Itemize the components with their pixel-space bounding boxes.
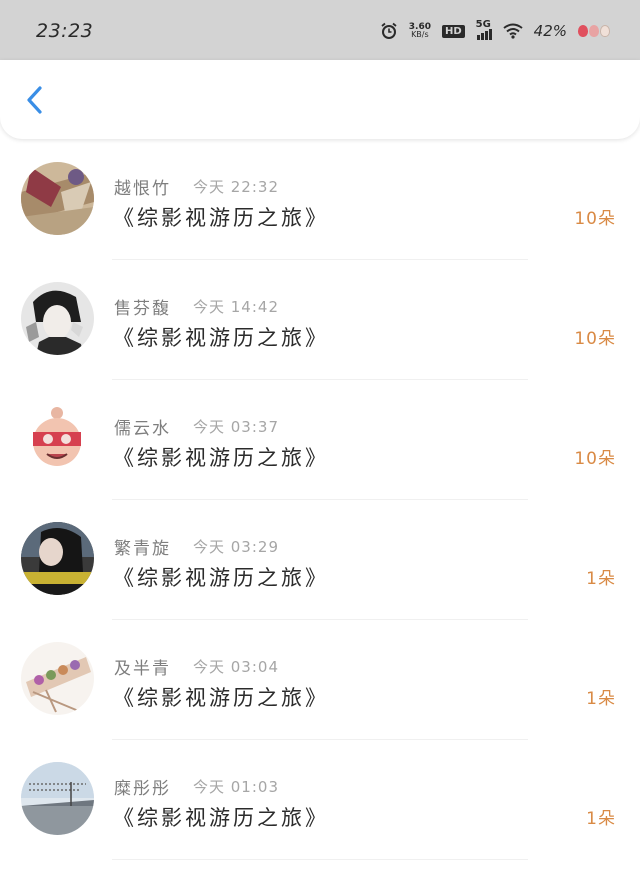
book-title: 《综影视游历之旅》 bbox=[113, 326, 329, 350]
list-item[interactable]: 越恨竹 今天 22:32 《综影视游历之旅》 10朵 bbox=[0, 140, 640, 260]
flower-amount: 1朵 bbox=[586, 569, 616, 589]
divider bbox=[112, 859, 528, 860]
book-title: 《综影视游历之旅》 bbox=[113, 206, 329, 230]
book-title: 《综影视游历之旅》 bbox=[113, 566, 329, 590]
status-time: 23:23 bbox=[36, 20, 94, 42]
timestamp: 今天 03:04 bbox=[193, 658, 279, 676]
signal-icon: 5G bbox=[475, 19, 492, 40]
book-title: 《综影视游历之旅》 bbox=[113, 686, 329, 710]
avatar[interactable] bbox=[21, 162, 94, 235]
wifi-icon bbox=[503, 23, 523, 39]
chevron-left-icon bbox=[27, 86, 42, 114]
avatar[interactable] bbox=[21, 762, 94, 835]
strawberry-battery-icon bbox=[578, 25, 610, 37]
header-bar bbox=[0, 60, 640, 139]
sender-name: 售芬馥 bbox=[114, 299, 171, 319]
list-item[interactable]: 繁青旋 今天 03:29 《综影视游历之旅》 1朵 bbox=[0, 500, 640, 620]
battery-percent: 42% bbox=[533, 22, 567, 40]
gift-list: 越恨竹 今天 22:32 《综影视游历之旅》 10朵 售芬馥 今天 14:42 … bbox=[0, 140, 640, 860]
back-button[interactable] bbox=[18, 82, 52, 118]
flower-amount: 1朵 bbox=[586, 689, 616, 709]
sender-name: 儒云水 bbox=[114, 419, 171, 439]
avatar[interactable] bbox=[21, 522, 94, 595]
list-item[interactable]: 售芬馥 今天 14:42 《综影视游历之旅》 10朵 bbox=[0, 260, 640, 380]
flower-amount: 10朵 bbox=[574, 449, 616, 469]
list-item[interactable]: 糜彤彤 今天 01:03 《综影视游历之旅》 1朵 bbox=[0, 740, 640, 860]
flower-amount: 10朵 bbox=[574, 329, 616, 349]
sender-name: 繁青旋 bbox=[114, 539, 171, 559]
sender-name: 及半青 bbox=[114, 659, 171, 679]
timestamp: 今天 01:03 bbox=[193, 778, 279, 796]
avatar[interactable] bbox=[21, 282, 94, 355]
net-speed: 3.60 KB/s bbox=[409, 23, 431, 39]
timestamp: 今天 22:32 bbox=[193, 178, 279, 196]
list-item[interactable]: 及半青 今天 03:04 《综影视游历之旅》 1朵 bbox=[0, 620, 640, 740]
timestamp: 今天 14:42 bbox=[193, 298, 279, 316]
book-title: 《综影视游历之旅》 bbox=[113, 446, 329, 470]
network-type-label: 5G bbox=[475, 19, 491, 30]
status-icons: 3.60 KB/s HD 5G 42% bbox=[380, 18, 610, 44]
timestamp: 今天 03:37 bbox=[193, 418, 279, 436]
list-item[interactable]: 儒云水 今天 03:37 《综影视游历之旅》 10朵 bbox=[0, 380, 640, 500]
sender-name: 糜彤彤 bbox=[114, 779, 171, 799]
timestamp: 今天 03:29 bbox=[193, 538, 279, 556]
hd-icon: HD bbox=[441, 24, 465, 38]
avatar[interactable] bbox=[21, 642, 94, 715]
avatar[interactable] bbox=[21, 402, 94, 475]
net-speed-unit: KB/s bbox=[411, 30, 429, 39]
sender-name: 越恨竹 bbox=[114, 179, 171, 199]
flower-amount: 1朵 bbox=[586, 809, 616, 829]
status-bar: 23:23 3.60 KB/s HD 5G 42% bbox=[0, 0, 640, 60]
book-title: 《综影视游历之旅》 bbox=[113, 806, 329, 830]
alarm-icon bbox=[381, 22, 397, 39]
flower-amount: 10朵 bbox=[574, 209, 616, 229]
